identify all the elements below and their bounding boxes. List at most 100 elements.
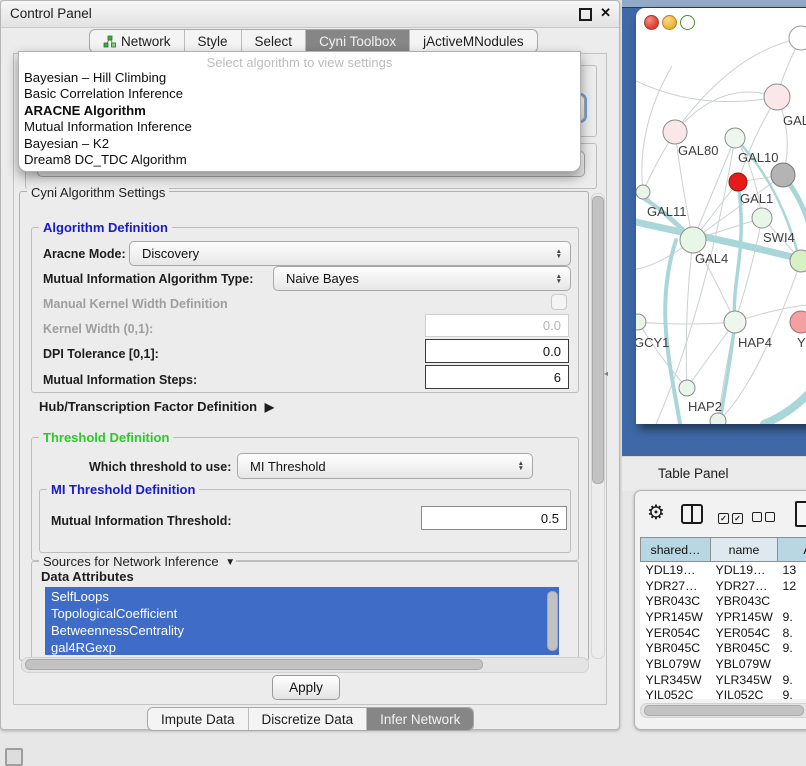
tab-discretize-data[interactable]: Discretize Data (248, 708, 367, 730)
dropdown-item-dream8[interactable]: Dream8 DC_TDC Algorithm (19, 152, 580, 168)
node-table[interactable]: shared… name A YDL19…YDL19…13 YDR27…YDR2… (640, 537, 806, 703)
node-partial[interactable] (789, 26, 806, 50)
column-header-shared-name[interactable]: shared… (641, 538, 711, 562)
tab-infer-network[interactable]: Infer Network (366, 708, 473, 730)
settings-horizontal-scrollbar-thumb[interactable] (25, 659, 483, 670)
minimized-panel-icon[interactable] (5, 748, 23, 766)
close-window-button[interactable] (644, 15, 659, 30)
panel-title: Control Panel (10, 6, 92, 21)
node-gal11[interactable] (636, 185, 650, 199)
table-row[interactable]: YBL079WYBL079W (641, 656, 806, 672)
combo-arrows-icon: ▲▼ (518, 461, 524, 471)
tab-cyni-toolbox[interactable]: Cyni Toolbox (305, 30, 409, 52)
node-gal1[interactable] (752, 208, 772, 228)
manual-kernel-checkbox[interactable] (551, 294, 567, 310)
table-row[interactable]: YBR043CYBR043C (641, 593, 806, 609)
control-panel-tabbar: Network Style Select Cyni Toolbox jActiv… (89, 29, 538, 53)
which-threshold-label: Which threshold to use: (89, 460, 231, 474)
hub-definition-toggle[interactable]: Hub/Transcription Factor Definition ▶ (39, 399, 270, 414)
splitter-grip[interactable]: ◂ (604, 369, 608, 378)
zoom-window-button[interactable] (680, 15, 695, 30)
dropdown-prompt: Select algorithm to view settings (19, 52, 580, 70)
mi-steps-label: Mutual Information Steps: (43, 373, 197, 387)
select-all-checkboxes-icon[interactable]: ✓✓ (718, 508, 743, 526)
dpi-tolerance-label: DPI Tolerance [0,1]: (43, 347, 159, 361)
settings-horizontal-scrollbar[interactable] (21, 657, 589, 673)
dropdown-item-aracne[interactable]: ARACNE Algorithm (19, 103, 580, 119)
dpi-tolerance-field[interactable]: 0.0 (425, 339, 569, 363)
data-attributes-list[interactable]: SelfLoops TopologicalCoefficient Between… (45, 587, 559, 655)
node-label: GAL11 (647, 204, 687, 219)
sources-toggle[interactable]: Sources for Network Inference ▼ (39, 554, 236, 569)
gear-icon[interactable]: ⚙ (647, 503, 665, 523)
tab-select[interactable]: Select (241, 30, 306, 52)
node-gcy1[interactable] (636, 314, 646, 330)
minimize-window-button[interactable] (662, 15, 677, 30)
table-horizontal-scrollbar[interactable] (640, 703, 806, 718)
table-header-row: shared… name A (641, 538, 806, 562)
dropdown-item-bayesian-k2[interactable]: Bayesian – K2 (19, 136, 580, 152)
list-item[interactable]: BetweennessCentrality (51, 622, 559, 639)
list-scrollbar-thumb[interactable] (547, 591, 558, 651)
mi-steps-field[interactable]: 6 (425, 365, 569, 389)
node-label: Y (797, 335, 806, 350)
table-panel-title: Table Panel (658, 466, 729, 481)
float-window-icon[interactable] (579, 8, 592, 21)
node-gal4[interactable] (680, 227, 706, 253)
table-row[interactable]: YLR345WYLR345W9. (641, 672, 806, 688)
node-label: GCY1 (636, 335, 669, 350)
columns-icon[interactable] (681, 504, 703, 524)
algorithm-dropdown-popup: Select algorithm to view settings Bayesi… (18, 51, 581, 172)
node-gal10[interactable] (725, 128, 745, 148)
table-row[interactable]: YBR045CYBR045C9. (641, 640, 806, 656)
control-panel-window: Control Panel ✕ Network Style Select Cyn… (0, 0, 620, 730)
table-horizontal-scrollbar-thumb[interactable] (644, 705, 804, 716)
kernel-width-field: 0.0 (425, 314, 569, 337)
node-gray[interactable] (771, 163, 795, 187)
node-gal80[interactable] (663, 120, 687, 144)
table-panel: ⚙ ✓✓ shared… name A YDL19…YDL19…13 YDR27… (634, 490, 806, 730)
manual-kernel-label: Manual Kernel Width Definition (43, 297, 228, 311)
apply-button[interactable]: Apply (272, 675, 340, 700)
deselect-all-checkboxes-icon[interactable] (752, 509, 775, 527)
algorithm-definition-title: Algorithm Definition (39, 220, 172, 235)
close-icon[interactable]: ✕ (600, 5, 611, 21)
node-salmon[interactable] (790, 311, 806, 333)
table-panel-titlebar: Table Panel (622, 456, 806, 491)
control-panel-titlebar: Control Panel ✕ (1, 1, 619, 28)
mi-type-combo[interactable]: Naive Bayes ▲▼ (273, 266, 571, 291)
node-hap2[interactable] (679, 380, 695, 396)
table-row[interactable]: YER054CYER054C8. (641, 625, 806, 641)
node-bottom[interactable] (710, 413, 726, 424)
node-red[interactable] (729, 173, 747, 191)
node-gal-top[interactable] (764, 84, 790, 110)
tab-impute-data[interactable]: Impute Data (148, 708, 248, 730)
aracne-mode-combo[interactable]: Discovery ▲▼ (129, 241, 571, 266)
new-table-icon[interactable] (795, 501, 806, 527)
dropdown-item-bayesian-hill[interactable]: Bayesian – Hill Climbing (19, 70, 580, 86)
network-canvas[interactable]: GAL GAL80 GAL10 GAL1 GAL11 SWI4 GAL4 GCY… (636, 8, 806, 424)
tab-style[interactable]: Style (184, 30, 241, 52)
dropdown-item-basic-correlation[interactable]: Basic Correlation Inference (19, 86, 580, 102)
node-swi4[interactable] (790, 250, 806, 272)
tab-network[interactable]: Network (90, 30, 184, 52)
mi-threshold-definition-title: MI Threshold Definition (47, 482, 199, 497)
cyni-settings-title: Cyni Algorithm Settings (27, 185, 169, 200)
node-hap4[interactable] (724, 311, 746, 333)
table-row[interactable]: YDR27…YDR27…12 (641, 578, 806, 594)
table-row[interactable]: YPR145WYPR145W9. (641, 609, 806, 625)
column-header-name[interactable]: name (711, 538, 778, 562)
tab-jactivemnodules[interactable]: jActiveMNodules (409, 30, 537, 52)
node-label: GAL1 (740, 191, 773, 206)
dropdown-item-mutual-information[interactable]: Mutual Information Inference (19, 119, 580, 135)
which-threshold-combo[interactable]: MI Threshold ▲▼ (237, 453, 533, 479)
mi-threshold-field[interactable]: 0.5 (421, 506, 567, 530)
list-item[interactable]: TopologicalCoefficient (51, 605, 559, 622)
settings-vertical-scrollbar[interactable] (591, 193, 605, 659)
settings-vertical-scrollbar-thumb[interactable] (592, 196, 604, 484)
column-header-clipped[interactable]: A (778, 538, 806, 562)
list-item[interactable]: SelfLoops (51, 588, 559, 605)
table-row[interactable]: YDL19…YDL19…13 (641, 562, 806, 578)
list-item[interactable]: gal4RGexp (51, 639, 559, 655)
node-label: GAL4 (695, 251, 728, 266)
